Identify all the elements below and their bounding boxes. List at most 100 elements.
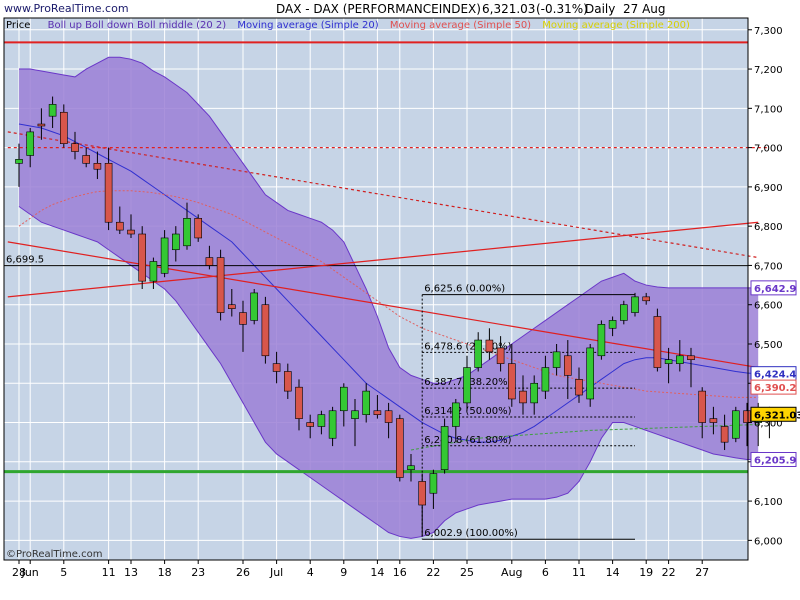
instrument-name: DAX - DAX (PERFORMANCEINDEX) (276, 2, 481, 16)
price-chart: 6,699.56,625.6 (0.00%)6,478.6 (23.60%)6,… (3, 17, 800, 579)
candle-body (418, 481, 427, 506)
legend-ma20: Moving average (Simple 20) (237, 20, 379, 31)
candle-body (653, 316, 662, 368)
candle-body (26, 131, 35, 156)
candle-body (116, 221, 124, 231)
candle-body (216, 257, 225, 313)
title-bar: www.ProRealTime.com DAX - DAX (PERFORMAN… (0, 0, 800, 18)
x-tick-label: 14 (606, 566, 620, 579)
legend: Price Boll up Boll down Boll middle (20 … (6, 20, 690, 31)
candle-body (519, 390, 527, 404)
x-tick-label: 14 (370, 566, 384, 579)
candle-body (306, 422, 315, 427)
candle-body (631, 296, 639, 313)
candle-body (552, 351, 561, 368)
legend-ma50: Moving average (Simple 50) (389, 20, 532, 31)
candle-body (104, 163, 113, 223)
price-change: (-0.31%) (536, 2, 588, 16)
footer-logo: ©ProRealTime.com (6, 549, 103, 560)
x-tick-label: Jun (21, 566, 39, 579)
legend-price: Price (6, 20, 31, 31)
fib-level-label: 6,625.6 (0.00%) (424, 284, 505, 295)
x-tick-label: 23 (191, 566, 205, 579)
x-tick-label: Jul (269, 566, 283, 579)
y-tick-label: 6,000 (754, 536, 783, 547)
candle-body (317, 414, 326, 427)
candle-body (82, 155, 90, 164)
candle-body (575, 379, 583, 396)
last-price: 6,321.03 (482, 2, 536, 16)
y-tick-label: 6,700 (754, 261, 783, 272)
candle-body (407, 465, 415, 470)
x-tick-label: 22 (662, 566, 676, 579)
x-tick-label: 26 (236, 566, 250, 579)
candle-body (295, 386, 303, 419)
candle-body (339, 386, 348, 412)
candle-body (597, 324, 606, 357)
x-tick-label: 6 (542, 566, 549, 579)
candle-body (586, 347, 595, 400)
y-tick-label: 6,800 (754, 222, 783, 233)
x-tick-label: 9 (340, 566, 347, 579)
candle-body (675, 355, 684, 364)
candle-body (93, 163, 102, 170)
x-tick-label: 25 (460, 566, 474, 579)
candle-body (127, 229, 135, 235)
candle-body (451, 402, 460, 427)
candle-body (496, 347, 505, 364)
fib-level-label: 6,240.8 (61.80%) (424, 435, 511, 446)
y-tick-label: 6,600 (754, 301, 783, 312)
candle-body (250, 292, 258, 321)
candle-body (485, 339, 494, 353)
candle-body (429, 473, 438, 494)
candle-body (228, 304, 236, 309)
x-tick-label: 19 (639, 566, 653, 579)
candle-body (362, 390, 371, 415)
y-tick-label: 7,100 (754, 104, 783, 115)
x-tick-label: 16 (393, 566, 407, 579)
x-tick-label: 11 (572, 566, 586, 579)
x-tick-label: 27 (695, 566, 709, 579)
candle-body (15, 159, 23, 164)
candle-body (541, 367, 550, 392)
candle-body (563, 355, 572, 376)
price-tag-label: 6,321.03 (754, 410, 800, 421)
candle-body (149, 261, 158, 282)
candle-body (687, 355, 695, 360)
x-tick-label: 13 (124, 566, 138, 579)
candle-body (619, 304, 628, 321)
candle-body (642, 296, 651, 302)
candle-body (720, 426, 729, 443)
period-label: Daily (585, 2, 616, 16)
candle-body (172, 233, 180, 251)
candle-body (37, 123, 46, 127)
candle-body (395, 418, 404, 478)
x-tick-label: 5 (60, 566, 67, 579)
candle-body (474, 339, 483, 368)
candle-body (463, 367, 471, 404)
level-label: 6,699.5 (6, 255, 44, 266)
y-tick-label: 6,900 (754, 183, 783, 194)
fib-level-label: 6,314.2 (50.00%) (424, 406, 511, 417)
candle-body (48, 104, 57, 117)
x-tick-label: 4 (307, 566, 314, 579)
legend-ma200: Moving average (Simple 200) (542, 20, 690, 31)
candle-body (664, 359, 673, 364)
candle-body (205, 257, 214, 266)
candle-body (261, 304, 270, 357)
prorealtime-logo: www.ProRealTime.com (4, 2, 129, 15)
candle-body (440, 426, 449, 470)
date-label: 27 Aug (623, 2, 666, 16)
candle-body (71, 143, 79, 152)
price-tag-label: 6,424.4 (754, 370, 796, 381)
candle-body (194, 218, 202, 239)
y-tick-label: 7,200 (754, 65, 783, 76)
candle-body (328, 410, 337, 439)
y-tick-label: 7,300 (754, 26, 783, 37)
candle-body (138, 233, 146, 282)
x-tick-label: 11 (102, 566, 116, 579)
candle-body (530, 382, 539, 404)
candle-body (384, 410, 393, 423)
candle-body (743, 410, 751, 423)
x-tick-label: 18 (158, 566, 172, 579)
